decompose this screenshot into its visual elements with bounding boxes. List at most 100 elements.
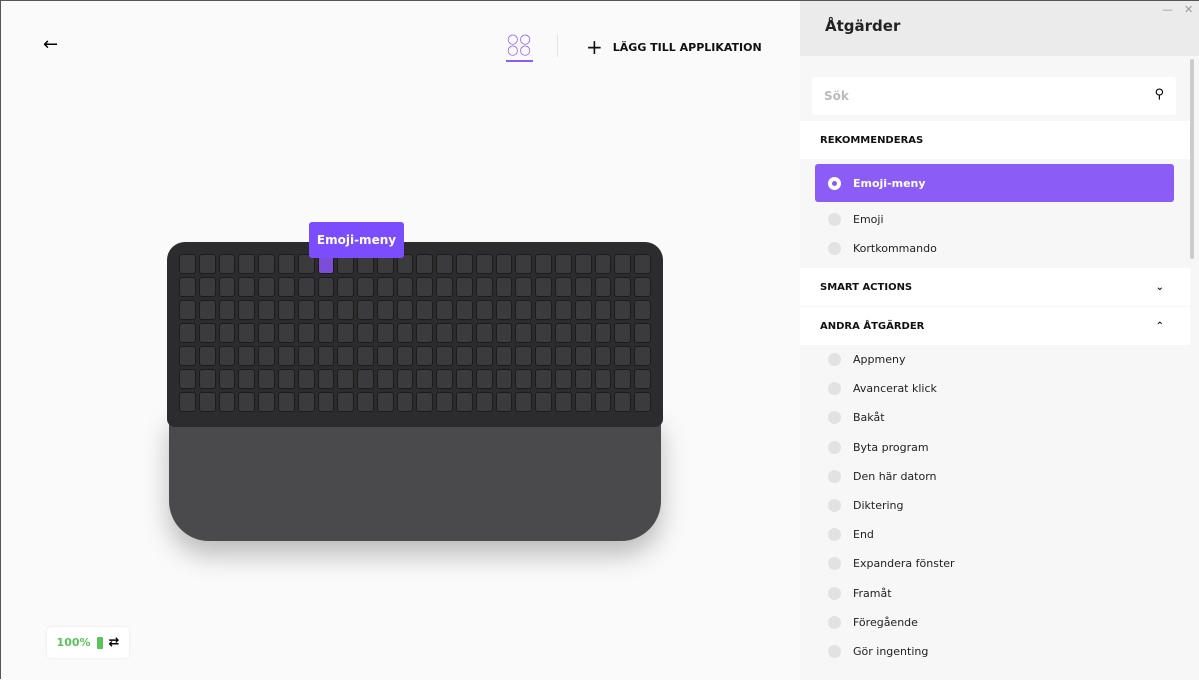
keyboard-key[interactable] [179, 323, 196, 343]
keyboard-key[interactable] [555, 254, 572, 274]
keyboard-key[interactable] [277, 369, 295, 389]
keyboard-key[interactable] [238, 346, 256, 366]
close-icon[interactable]: ✕ [1184, 3, 1193, 16]
keyboard-key[interactable] [495, 323, 513, 343]
keyboard-key[interactable] [317, 323, 335, 343]
keyboard-key[interactable] [198, 323, 216, 343]
keyboard-key[interactable] [495, 392, 513, 412]
action-item[interactable]: Expandera fönster [828, 557, 955, 571]
keyboard-key[interactable] [376, 369, 394, 389]
keyboard-key[interactable] [594, 346, 612, 366]
keyboard-key[interactable] [456, 369, 473, 389]
keyboard-key[interactable] [337, 323, 355, 343]
keyboard-key[interactable] [297, 392, 315, 412]
minimize-icon[interactable]: — [1162, 3, 1173, 16]
keyboard-key[interactable] [594, 369, 612, 389]
keyboard-key[interactable] [475, 254, 493, 274]
keyboard-key[interactable] [574, 300, 592, 320]
keyboard-key[interactable] [535, 369, 553, 389]
keyboard-key[interactable] [594, 300, 612, 320]
keyboard-key[interactable] [515, 300, 533, 320]
keyboard-key[interactable] [495, 300, 513, 320]
keyboard-key[interactable] [475, 346, 493, 366]
keyboard-key[interactable] [436, 323, 454, 343]
keyboard-key[interactable] [396, 300, 414, 320]
keyboard-key[interactable] [258, 300, 275, 320]
keyboard-key[interactable] [357, 346, 374, 366]
keyboard-key[interactable] [436, 300, 454, 320]
keyboard-key[interactable] [258, 277, 275, 297]
keyboard-key[interactable] [337, 346, 355, 366]
scrollbar[interactable] [1190, 59, 1194, 259]
action-item[interactable]: Byta program [828, 440, 929, 454]
section-smart-actions[interactable]: SMART ACTIONS ⌄ [800, 268, 1190, 306]
keyboard-key[interactable] [357, 392, 374, 412]
keyboard-key[interactable] [396, 277, 414, 297]
keyboard-key[interactable] [535, 300, 553, 320]
keyboard-key[interactable] [574, 277, 592, 297]
keyboard-key[interactable] [238, 369, 256, 389]
keyboard-key[interactable] [376, 392, 394, 412]
keyboard-key[interactable] [258, 392, 275, 412]
keyboard-key[interactable] [396, 392, 414, 412]
keyboard-key[interactable] [634, 346, 651, 366]
keyboard-key[interactable] [614, 346, 632, 366]
keyboard-key[interactable] [317, 300, 335, 320]
keyboard-key[interactable] [238, 254, 256, 274]
keyboard-key[interactable] [436, 277, 454, 297]
key-assignment-tooltip[interactable]: Emoji-meny [309, 222, 404, 258]
keyboard-key[interactable] [456, 392, 473, 412]
keyboard-key[interactable] [297, 369, 315, 389]
keyboard-key[interactable] [258, 346, 275, 366]
keyboard-key[interactable] [495, 369, 513, 389]
keyboard-key[interactable] [574, 392, 592, 412]
keyboard-key[interactable] [416, 277, 434, 297]
keyboard-key[interactable] [634, 369, 651, 389]
action-item[interactable]: End [828, 528, 874, 542]
keyboard-key[interactable] [614, 323, 632, 343]
keyboard-key[interactable] [515, 346, 533, 366]
action-item[interactable]: Den här datorn [828, 469, 937, 483]
action-item[interactable]: Bakåt [828, 411, 885, 425]
keyboard-key[interactable] [456, 277, 473, 297]
keyboard-key[interactable] [555, 300, 572, 320]
keyboard-key[interactable] [238, 300, 256, 320]
keyboard-key[interactable] [218, 254, 236, 274]
keyboard-key[interactable] [218, 277, 236, 297]
keyboard-key[interactable] [376, 323, 394, 343]
keyboard-key[interactable] [436, 392, 454, 412]
keyboard-key[interactable] [614, 300, 632, 320]
keyboard-key[interactable] [198, 369, 216, 389]
keyboard-key[interactable] [555, 323, 572, 343]
keyboard-key[interactable] [634, 277, 651, 297]
keyboard-key[interactable] [198, 300, 216, 320]
keyboard-key[interactable] [357, 300, 374, 320]
keyboard-key[interactable] [198, 346, 216, 366]
keyboard-key[interactable] [515, 254, 533, 274]
keyboard-key[interactable] [574, 369, 592, 389]
keyboard-key[interactable] [337, 277, 355, 297]
keyboard-key[interactable] [238, 323, 256, 343]
keyboard-key[interactable] [337, 300, 355, 320]
keyboard-key[interactable] [396, 369, 414, 389]
keyboard-key[interactable] [357, 369, 374, 389]
keyboard-key[interactable] [475, 277, 493, 297]
keyboard-key[interactable] [258, 323, 275, 343]
keyboard-key[interactable] [416, 392, 434, 412]
keyboard-key[interactable] [258, 254, 275, 274]
action-item[interactable]: Framåt [828, 586, 892, 600]
keyboard-key[interactable] [238, 277, 256, 297]
keyboard-key[interactable] [515, 277, 533, 297]
keyboard-key[interactable] [396, 323, 414, 343]
keyboard-key[interactable] [258, 369, 275, 389]
action-item[interactable]: Appmeny [828, 353, 905, 366]
keyboard-key[interactable] [218, 369, 236, 389]
keyboard-key[interactable] [555, 346, 572, 366]
keyboard-key[interactable] [357, 323, 374, 343]
keyboard-key[interactable] [277, 323, 295, 343]
keyboard-key[interactable] [277, 392, 295, 412]
keyboard-key[interactable] [179, 369, 196, 389]
keyboard-key[interactable] [614, 392, 632, 412]
keyboard-key[interactable] [495, 254, 513, 274]
keyboard-key[interactable] [416, 254, 434, 274]
